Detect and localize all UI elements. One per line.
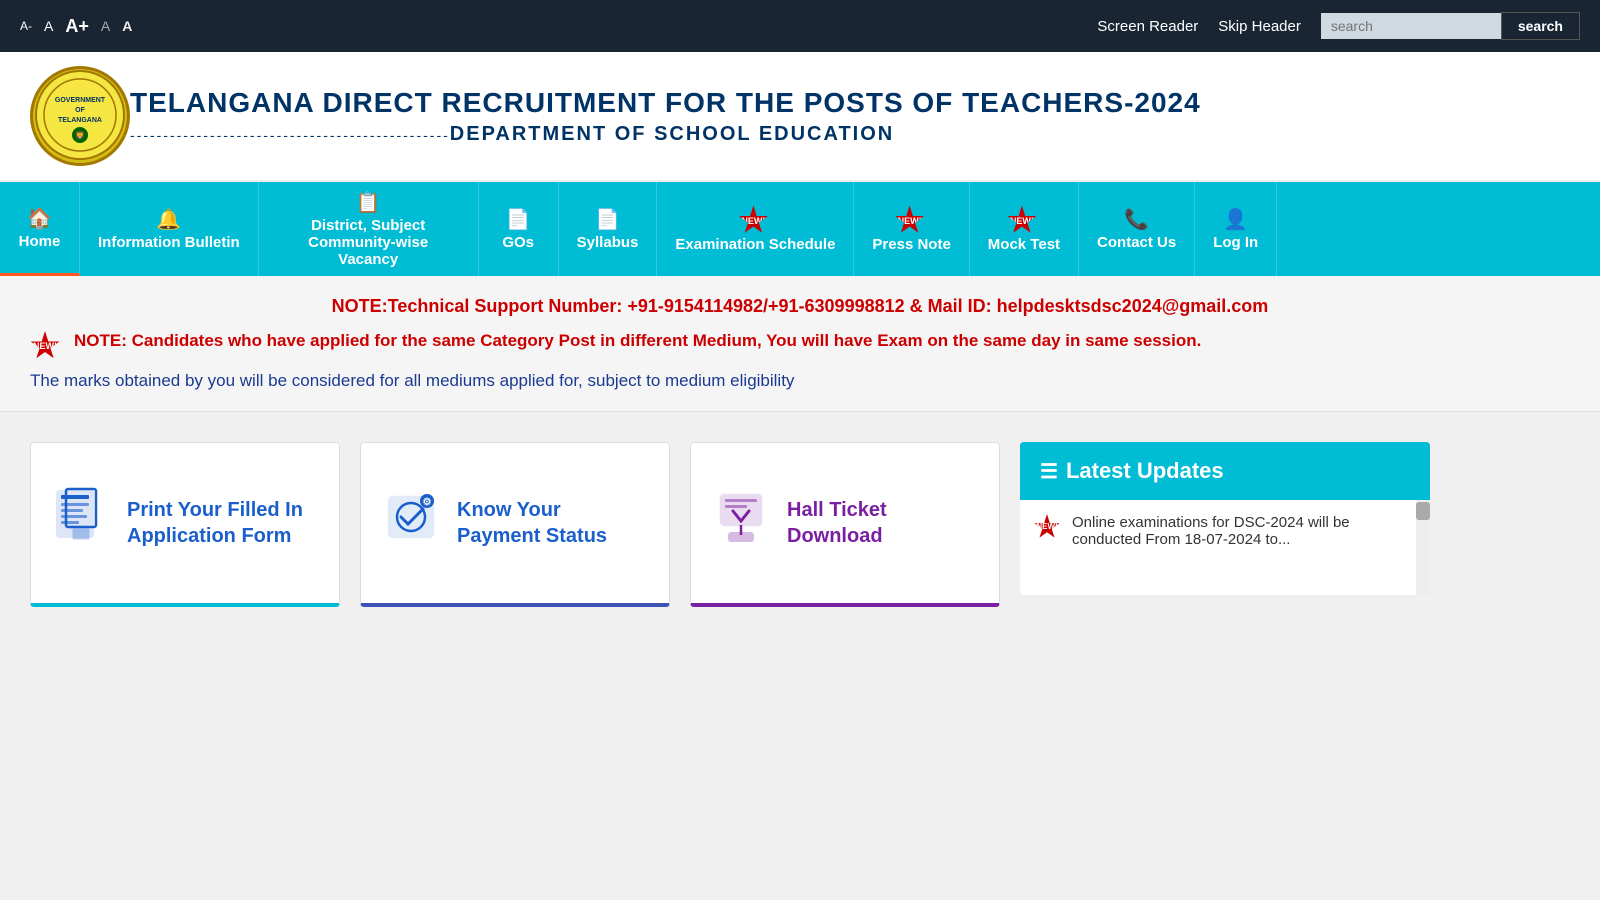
main-nav: 🏠 Home 🔔 Information Bulletin 📋 District… — [0, 182, 1600, 276]
new-star-press: NEW! — [895, 206, 925, 236]
notice-text-1: NOTE: Candidates who have applied for th… — [74, 331, 1201, 351]
svg-text:TELANGANA: TELANGANA — [58, 117, 102, 124]
scrollbar[interactable] — [1416, 500, 1430, 595]
font-normal[interactable]: A — [44, 18, 53, 34]
update-text-1: Online examinations for DSC-2024 will be… — [1072, 514, 1402, 548]
new-badge-press: NEW! — [895, 206, 929, 236]
new-star-exam: NEW! — [738, 206, 768, 236]
nav-mock-test[interactable]: NEW! Mock Test — [970, 182, 1079, 276]
logo: GOVERNMENT OF TELANGANA 🦁 — [30, 66, 130, 166]
top-bar: A- A A+ A A Screen Reader Skip Header se… — [0, 0, 1600, 52]
header-text: TELANGANA DIRECT RECRUITMENT FOR THE POS… — [130, 87, 1201, 146]
card-print-form[interactable]: Print Your Filled In Application Form — [30, 442, 340, 607]
font-dark[interactable]: A — [101, 18, 110, 34]
latest-updates-panel: ☰ Latest Updates NEW! Online examination… — [1020, 442, 1430, 595]
update-item-1: NEW! Online examinations for DSC-2024 wi… — [1034, 514, 1402, 548]
doc-icon: 📄 — [506, 207, 531, 232]
nav-log-in[interactable]: 👤 Log In — [1195, 182, 1277, 276]
site-header: GOVERNMENT OF TELANGANA 🦁 TELANGANA DIRE… — [0, 52, 1600, 182]
notice-text-2: The marks obtained by you will be consid… — [30, 371, 1570, 391]
svg-text:GOVERNMENT: GOVERNMENT — [55, 97, 106, 104]
top-right-controls: Screen Reader Skip Header search — [1097, 12, 1580, 40]
font-light[interactable]: A — [122, 18, 132, 34]
new-star-update: NEW! — [1034, 514, 1060, 540]
dashes: ----------------------------------------… — [130, 123, 1201, 146]
nav-mock-label: Mock Test — [988, 236, 1060, 253]
nav-examination-schedule[interactable]: NEW! Examination Schedule — [657, 182, 854, 276]
svg-text:OF: OF — [75, 107, 85, 114]
card-payment-status[interactable]: ⚙ Know Your Payment Status — [360, 442, 670, 607]
card-hall-text: Hall Ticket Download — [787, 497, 979, 549]
nav-syllabus[interactable]: 📄 Syllabus — [559, 182, 658, 276]
nav-district-vacancy[interactable]: 📋 District, Subject Community-wise Vacan… — [259, 182, 479, 276]
syllabus-icon: 📄 — [595, 207, 620, 232]
nav-home-label: Home — [19, 233, 61, 250]
new-badge-mock: NEW! — [1007, 206, 1041, 236]
tech-support-notice: NOTE:Technical Support Number: +91-91541… — [30, 296, 1570, 317]
nav-info-label: Information Bulletin — [98, 234, 240, 251]
new-star-notice: NEW! — [30, 331, 60, 361]
search-input[interactable] — [1321, 13, 1501, 39]
screen-reader-link[interactable]: Screen Reader — [1097, 18, 1198, 35]
notice-row-1: NEW! NOTE: Candidates who have applied f… — [30, 331, 1570, 361]
card-icon-wrap-hall — [711, 487, 771, 559]
scroll-thumb — [1416, 502, 1430, 520]
card-icon-wrap-print — [51, 487, 111, 560]
svg-text:⚙: ⚙ — [423, 497, 432, 508]
new-star-mock: NEW! — [1007, 206, 1037, 236]
nav-syllabus-label: Syllabus — [577, 234, 639, 251]
hall-ticket-icon — [711, 505, 771, 558]
bell-icon: 🔔 — [156, 207, 181, 232]
nav-contact-us[interactable]: 📞 Contact Us — [1079, 182, 1195, 276]
list-icon: ☰ — [1040, 459, 1058, 484]
font-increase[interactable]: A+ — [65, 16, 89, 37]
logo-inner: GOVERNMENT OF TELANGANA 🦁 — [35, 70, 125, 163]
payment-status-icon: ⚙ — [381, 505, 441, 558]
print-form-icon — [51, 501, 111, 559]
skip-header-link[interactable]: Skip Header — [1218, 18, 1301, 35]
site-title: TELANGANA DIRECT RECRUITMENT FOR THE POS… — [130, 87, 1201, 119]
nav-exam-label: Examination Schedule — [675, 236, 835, 253]
card-icon-wrap-payment: ⚙ — [381, 487, 441, 559]
clipboard-icon: 📋 — [356, 190, 381, 215]
card-print-text: Print Your Filled In Application Form — [127, 497, 319, 549]
nav-contact-label: Contact Us — [1097, 234, 1176, 251]
latest-updates-header: ☰ Latest Updates — [1020, 442, 1430, 500]
font-controls: A- A A+ A A — [20, 16, 132, 37]
phone-icon: 📞 — [1124, 207, 1149, 232]
user-icon: 👤 — [1223, 207, 1248, 232]
svg-text:🦁: 🦁 — [75, 130, 85, 140]
search-box: search — [1321, 12, 1580, 40]
notices-area: NOTE:Technical Support Number: +91-91541… — [0, 276, 1600, 412]
card-payment-text: Know Your Payment Status — [457, 497, 649, 549]
card-hall-ticket[interactable]: Hall Ticket Download — [690, 442, 1000, 607]
nav-information-bulletin[interactable]: 🔔 Information Bulletin — [80, 182, 259, 276]
nav-gos-label: GOs — [502, 234, 534, 251]
nav-home[interactable]: 🏠 Home — [0, 182, 80, 276]
home-icon: 🏠 — [27, 206, 52, 231]
nav-district-label: District, Subject Community-wise Vacancy — [277, 217, 460, 268]
cards-area: Print Your Filled In Application Form ⚙ … — [0, 412, 1600, 607]
nav-gos[interactable]: 📄 GOs — [479, 182, 559, 276]
latest-updates-title: Latest Updates — [1066, 458, 1224, 484]
new-badge-exam: NEW! — [738, 206, 772, 236]
font-decrease[interactable]: A- — [20, 19, 32, 33]
nav-login-label: Log In — [1213, 234, 1258, 251]
search-button[interactable]: search — [1501, 12, 1580, 40]
latest-updates-body: NEW! Online examinations for DSC-2024 wi… — [1020, 500, 1416, 595]
nav-press-label: Press Note — [872, 236, 950, 253]
nav-press-note[interactable]: NEW! Press Note — [854, 182, 969, 276]
